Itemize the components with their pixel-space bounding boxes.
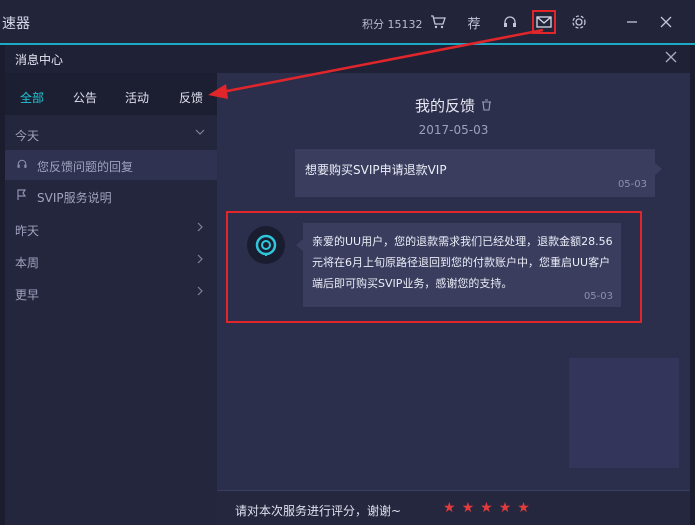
rating-bar: 请对本次服务进行评分，谢谢~ ★ ★ ★ ★ ★ [217, 490, 690, 525]
app-titlebar: 速器 积分 15132 荐 [0, 0, 695, 44]
headset-icon[interactable] [498, 10, 522, 34]
reply-message-text: 亲爱的UU用户，您的退款需求我们已经处理，退款金额28.56元将在6月上旬原路径… [312, 235, 613, 290]
tree-group-this-week[interactable]: 本周 [5, 246, 217, 276]
user-message-text: 想要购买SVIP申请退款VIP [305, 163, 447, 177]
tree-group-label: 今天 [15, 129, 40, 143]
feedback-title-text: 我的反馈 [414, 97, 475, 115]
tree-group-label: 更早 [15, 288, 40, 302]
tree-group-yesterday[interactable]: 昨天 [5, 214, 217, 244]
tab-activity[interactable]: 活动 [125, 89, 149, 106]
tree-item-label: SVIP服务说明 [37, 191, 112, 205]
user-message-bubble: 想要购买SVIP申请退款VIP 05-03 [295, 149, 662, 197]
star-icon[interactable]: ★ [480, 500, 493, 516]
feedback-title: 我的反馈 [217, 95, 690, 116]
background-qr-graphic [569, 358, 679, 468]
reply-message-bubble: 亲爱的UU用户，您的退款需求我们已经处理，退款金额28.56元将在6月上旬原路径… [296, 223, 621, 307]
close-icon[interactable] [654, 10, 678, 34]
reply-message-time: 05-03 [583, 291, 613, 302]
recommend-icon[interactable]: 荐 [462, 10, 486, 34]
uu-logo-icon [255, 234, 277, 256]
minimize-icon[interactable] [620, 10, 644, 34]
user-message-time: 05-03 [617, 179, 647, 190]
tree-item-svip-info[interactable]: SVIP服务说明 [5, 181, 217, 211]
feedback-date: 2017-05-03 [418, 123, 489, 137]
tree-group-earlier[interactable]: 更早 [5, 278, 217, 308]
chevron-down-icon [195, 126, 205, 140]
star-icon[interactable]: ★ [499, 500, 512, 516]
dialog-close-icon[interactable] [664, 49, 682, 67]
message-center-dialog: 消息中心 全部 公告 活动 反馈 今天 您反馈问题的回复 SVIP服务说明 昨天… [5, 45, 690, 525]
rating-stars: ★ ★ ★ ★ ★ [443, 500, 530, 516]
chevron-right-icon [195, 285, 205, 299]
star-icon[interactable]: ★ [462, 500, 475, 516]
tree-group-today[interactable]: 今天 [5, 119, 217, 149]
avatar [247, 226, 285, 264]
tree-group-label: 本周 [15, 256, 40, 270]
tree-group-label: 昨天 [15, 224, 40, 238]
tab-all[interactable]: 全部 [20, 89, 44, 106]
headset-icon [16, 158, 28, 173]
gear-icon[interactable] [567, 10, 591, 34]
message-sidebar: 全部 公告 活动 反馈 今天 您反馈问题的回复 SVIP服务说明 昨天 本周 更… [5, 73, 217, 525]
message-tabs: 全部 公告 活动 反馈 [5, 73, 217, 115]
flag-icon [16, 189, 28, 204]
dialog-header: 消息中心 [5, 45, 690, 73]
conversation-panel: 我的反馈 2017-05-03 想要购买SVIP申请退款VIP 05-03 亲爱… [217, 73, 690, 525]
chevron-right-icon [195, 253, 205, 267]
points-label: 积分 15132 [362, 18, 423, 31]
cart-icon[interactable] [426, 10, 450, 34]
app-title: 速器 [2, 16, 30, 32]
star-icon[interactable]: ★ [443, 500, 456, 516]
star-icon[interactable]: ★ [517, 500, 530, 516]
trash-icon[interactable] [481, 99, 492, 115]
tree-item-feedback-reply[interactable]: 您反馈问题的回复 [5, 150, 217, 180]
chevron-right-icon [195, 221, 205, 235]
mail-icon[interactable] [532, 10, 556, 34]
tab-feedback[interactable]: 反馈 [179, 89, 203, 106]
tree-item-label: 您反馈问题的回复 [37, 160, 134, 174]
dialog-title: 消息中心 [15, 53, 64, 67]
tab-announcement[interactable]: 公告 [73, 89, 97, 106]
rating-prompt: 请对本次服务进行评分，谢谢~ [235, 504, 402, 518]
